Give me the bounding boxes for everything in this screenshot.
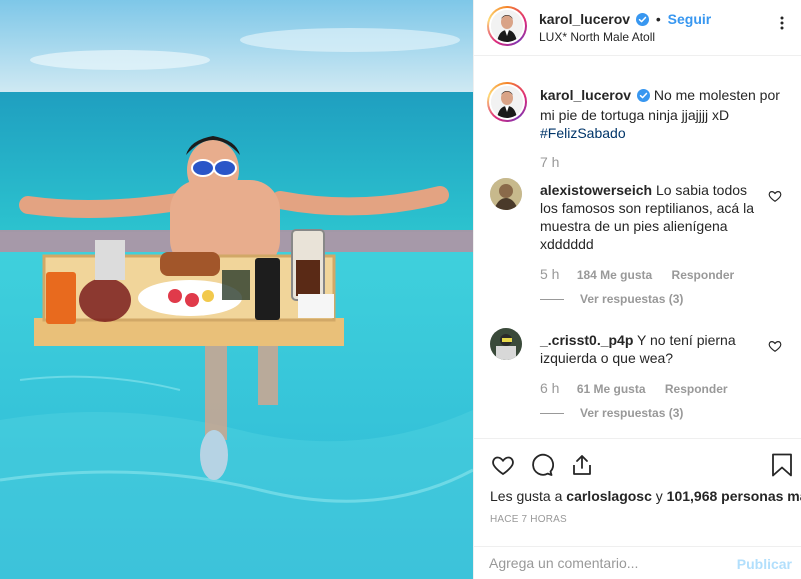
add-comment-section: Publicar [474, 546, 801, 579]
more-options-icon[interactable] [774, 15, 790, 31]
avatar-image [490, 178, 522, 210]
comment-meta: 6 h 61 Me gusta Responder [540, 380, 728, 396]
reply-button[interactable]: Responder [665, 382, 728, 396]
post-photo[interactable] [0, 0, 473, 579]
post-location[interactable]: LUX* North Male Atoll [539, 30, 655, 44]
heart-icon[interactable] [768, 339, 782, 353]
view-replies-button[interactable]: Ver respuestas (3) [540, 406, 683, 420]
likes-connector: y [655, 488, 663, 504]
replies-divider [540, 413, 564, 415]
verified-badge-icon [635, 13, 649, 29]
comment-input[interactable] [489, 555, 719, 571]
comment-time[interactable]: 5 h [540, 266, 559, 282]
heart-icon[interactable] [768, 189, 782, 203]
likes-summary: Les gusta a carloslagosc y 101,968 perso… [490, 488, 801, 504]
post-header: karol_lucerov • Seguir LUX* North Male A… [474, 0, 801, 56]
post-timestamp[interactable]: HACE 7 HORAS [490, 514, 567, 525]
likes-prefix: Les gusta a [490, 488, 563, 504]
likes-count[interactable]: 101,968 personas más [667, 488, 801, 504]
comment-icon[interactable] [530, 453, 554, 477]
comment-time[interactable]: 6 h [540, 380, 559, 396]
view-replies-label: Ver respuestas (3) [580, 292, 684, 306]
bookmark-icon[interactable] [771, 453, 795, 477]
comment-likes[interactable]: 61 Me gusta [577, 382, 646, 396]
avatar-image [491, 86, 523, 118]
caption-avatar[interactable] [487, 82, 527, 122]
avatar-image [491, 10, 523, 42]
comment-text: alexistowerseich Lo sabia todos los famo… [540, 181, 762, 253]
share-icon[interactable] [570, 453, 594, 477]
caption-username[interactable]: karol_lucerov [540, 87, 631, 103]
follow-button[interactable]: Seguir [668, 11, 712, 27]
caption-time[interactable]: 7 h [540, 154, 559, 170]
publish-button[interactable]: Publicar [737, 556, 792, 572]
comment-avatar[interactable] [490, 328, 522, 360]
view-replies-label: Ver respuestas (3) [580, 406, 684, 420]
comment-avatar[interactable] [490, 178, 522, 210]
heart-icon[interactable] [490, 453, 514, 477]
caption-hashtag[interactable]: #FelizSabado [540, 125, 626, 141]
verified-badge-icon [636, 88, 650, 106]
author-avatar[interactable] [487, 6, 527, 46]
view-replies-button[interactable]: Ver respuestas (3) [540, 292, 683, 306]
comment-likes[interactable]: 184 Me gusta [577, 268, 652, 282]
reply-button[interactable]: Responder [672, 268, 735, 282]
avatar-image [490, 328, 522, 360]
replies-divider [540, 299, 564, 301]
comment-meta: 5 h 184 Me gusta Responder [540, 266, 734, 282]
comment-text: _.crisst0._p4p Y no tení pierna izquierd… [540, 331, 762, 367]
post-details-panel: karol_lucerov • Seguir LUX* North Male A… [473, 0, 801, 579]
separator-dot: • [655, 11, 661, 27]
author-username[interactable]: karol_lucerov [539, 11, 630, 27]
pool-photo-illustration [0, 0, 473, 579]
likes-user[interactable]: carloslagosc [566, 488, 652, 504]
comment-username[interactable]: _.crisst0._p4p [540, 332, 633, 348]
comment-username[interactable]: alexistowerseich [540, 182, 652, 198]
header-user-line: karol_lucerov • Seguir [539, 11, 711, 29]
post-actions: Les gusta a carloslagosc y 101,968 perso… [474, 438, 801, 579]
caption-text: karol_lucerov No me molesten por mi pie … [540, 86, 790, 142]
